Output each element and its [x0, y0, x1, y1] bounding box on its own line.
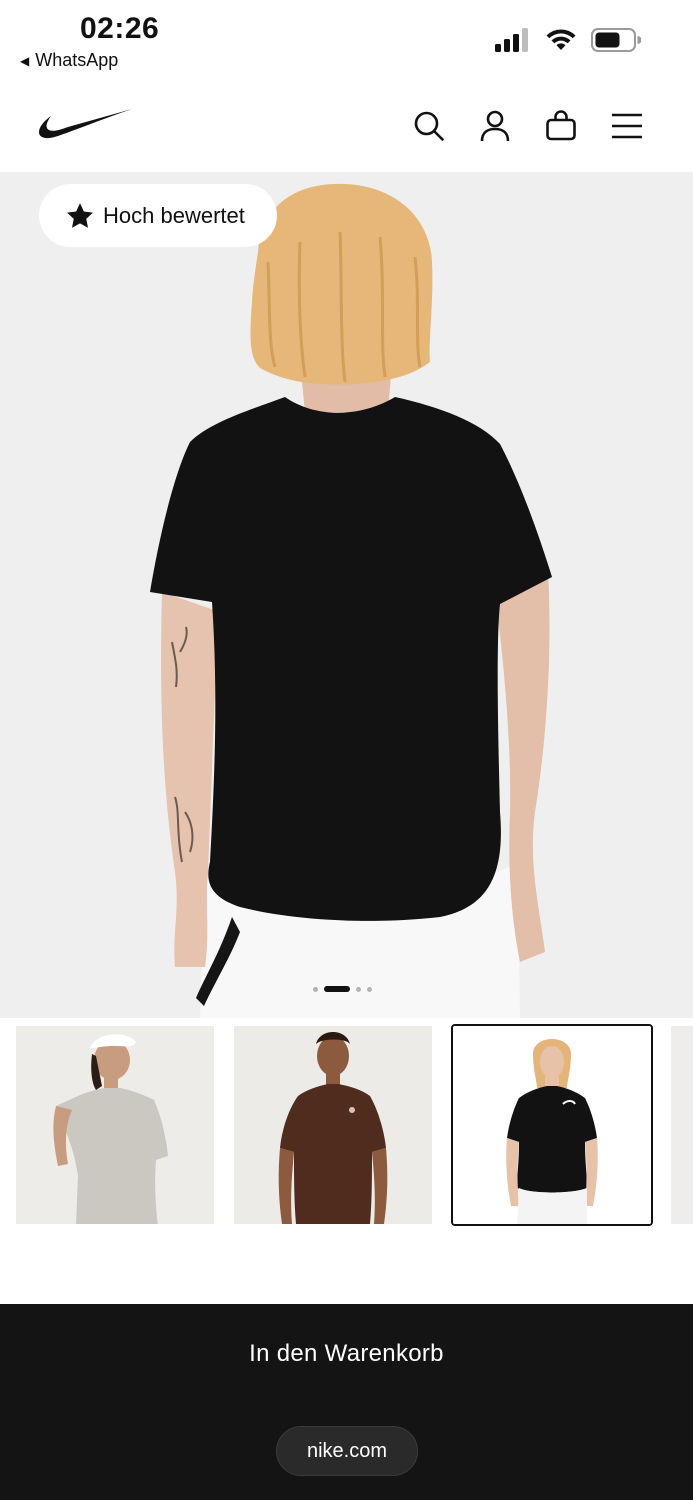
badge-label: Hoch bewertet [103, 202, 245, 228]
menu-icon[interactable] [609, 108, 645, 144]
status-bar: 02:26 ◀ WhatsApp [0, 0, 693, 80]
star-icon [67, 202, 93, 228]
thumbnail-black-tshirt-selected[interactable] [451, 1024, 653, 1226]
product-hero-image[interactable]: Hoch bewertet [0, 172, 693, 1018]
model-black-tshirt-back-illustration [150, 183, 552, 1018]
carousel-dots [313, 986, 372, 992]
back-app-label: WhatsApp [35, 50, 119, 70]
thumbnail-grey-tshirt[interactable] [16, 1026, 214, 1224]
wifi-icon [546, 29, 576, 50]
thumbnail-partial[interactable] [671, 1026, 693, 1224]
browser-url-pill[interactable]: nike.com [276, 1426, 418, 1476]
bottom-action-bar: In den Warenkorb nike.com [0, 1304, 693, 1500]
add-to-cart-button[interactable]: In den Warenkorb [0, 1324, 693, 1384]
nike-swoosh-logo[interactable] [38, 106, 134, 147]
back-triangle-icon: ◀ [20, 53, 30, 68]
bag-icon[interactable] [543, 108, 579, 144]
account-icon[interactable] [477, 108, 513, 144]
status-icons [495, 28, 641, 52]
thumbnail-brown-tshirt[interactable] [234, 1026, 432, 1224]
header-icons [411, 108, 645, 144]
site-header [0, 80, 693, 172]
carousel-dot-active[interactable] [324, 986, 350, 992]
battery-icon [591, 28, 641, 52]
cellular-signal-icon [495, 28, 528, 52]
carousel-dot[interactable] [367, 986, 372, 992]
search-icon[interactable] [411, 108, 447, 144]
back-to-app-link[interactable]: ◀ WhatsApp [20, 50, 118, 71]
status-time: 02:26 [80, 12, 160, 45]
carousel-dot[interactable] [356, 986, 361, 992]
product-page: 02:26 ◀ WhatsApp Hoch bewertet In den Wa… [0, 0, 693, 1500]
carousel-dot[interactable] [313, 986, 318, 992]
top-rated-badge: Hoch bewertet [39, 184, 277, 247]
color-variant-thumbnails [0, 1024, 693, 1228]
